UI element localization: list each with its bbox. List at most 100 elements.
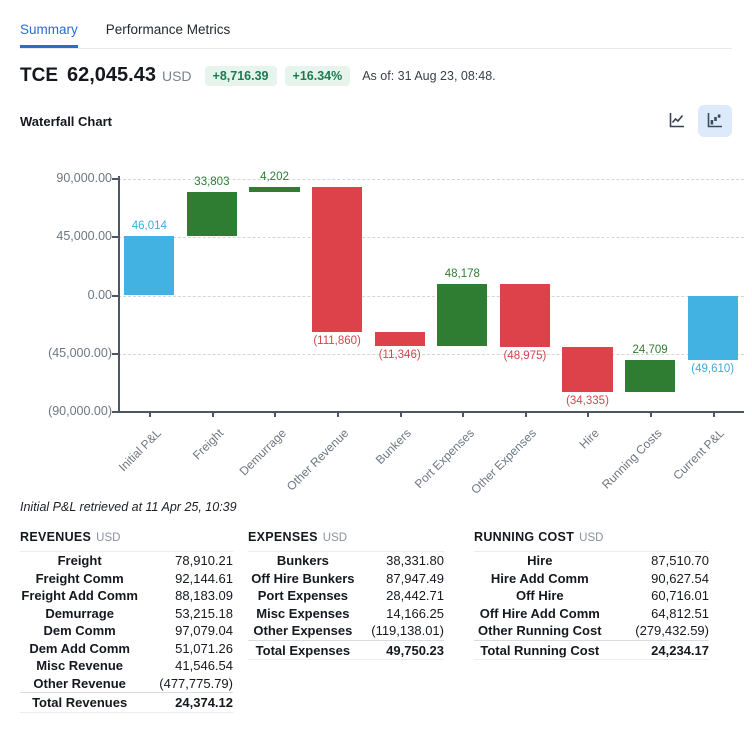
table-row: Other Revenue(477,775.79): [20, 675, 233, 693]
row-label: Freight: [20, 552, 139, 570]
waterfall-bar-group: 46,014Initial P&L: [118, 179, 181, 412]
row-label: Misc Revenue: [20, 657, 139, 675]
table-currency-label: USD: [579, 532, 603, 544]
waterfall-bar-group: 24,709Running Costs: [619, 179, 682, 412]
summary-tables: REVENUESUSDFreight78,910.21Freight Comm9…: [20, 530, 732, 713]
row-value: 87,947.49: [358, 570, 444, 588]
x-tick: [212, 412, 214, 417]
bar-port-expenses[interactable]: [437, 284, 487, 346]
row-value: 49,750.23: [358, 640, 444, 660]
row-value: 87,510.70: [606, 552, 709, 570]
tab-summary[interactable]: Summary: [20, 22, 78, 48]
table-running-cost: RUNNING COST USD Hire87,510.70Hire Add Com…: [474, 530, 709, 713]
table-header: RUNNING COST USD: [474, 530, 709, 552]
row-label: Port Expenses: [248, 587, 358, 605]
x-axis-category-label: Initial P&L: [115, 426, 163, 474]
row-value: 41,546.54: [139, 657, 233, 675]
x-axis-category-label: Current P&L: [670, 426, 727, 483]
row-label: Total Expenses: [248, 640, 358, 660]
row-value: 88,183.09: [139, 587, 233, 605]
row-value: 51,071.26: [139, 640, 233, 658]
table-row: Other Running Cost(279,432.59): [474, 622, 709, 640]
x-tick: [274, 412, 276, 417]
x-tick: [337, 412, 339, 417]
chart-type-toggles: [660, 105, 732, 137]
table-row: Hire Add Comm90,627.54: [474, 570, 709, 588]
bar-other-revenue[interactable]: [312, 187, 362, 332]
y-axis-tick-label: (90,000.00): [48, 404, 112, 418]
table-row: Dem Add Comm51,071.26: [20, 640, 233, 658]
row-label: Off Hire Add Comm: [474, 605, 606, 623]
row-label: Dem Add Comm: [20, 640, 139, 658]
table-total-row: Total Expenses49,750.23: [248, 640, 444, 660]
row-value: 90,627.54: [606, 570, 709, 588]
chart-title: Waterfall Chart: [20, 114, 112, 129]
x-tick: [587, 412, 589, 417]
waterfall-chart-toggle-button[interactable]: [698, 105, 732, 137]
row-label: Dem Comm: [20, 622, 139, 640]
row-value: 38,331.80: [358, 552, 444, 570]
bar-bunkers[interactable]: [375, 332, 425, 347]
line-chart-toggle-button[interactable]: [660, 105, 694, 137]
row-label: Hire: [474, 552, 606, 570]
table-row: Freight78,910.21: [20, 552, 233, 570]
row-label: Other Revenue: [20, 675, 139, 693]
table-row: Freight Comm92,144.61: [20, 570, 233, 588]
row-label: Misc Expenses: [248, 605, 358, 623]
bar-current-p-l[interactable]: [688, 296, 738, 360]
x-axis-category-label: Bunkers: [373, 426, 414, 467]
tce-label: TCE: [20, 65, 58, 87]
waterfall-chart-icon: [706, 111, 724, 132]
row-value: 28,442.71: [358, 587, 444, 605]
waterfall-bar-group: 4,202Demurrage: [243, 179, 306, 412]
row-label: Total Running Cost: [474, 640, 606, 660]
x-tick: [149, 412, 151, 417]
row-value: 24,234.17: [606, 640, 709, 660]
table-total-row: Total Revenues24,374.12: [20, 693, 233, 713]
row-value: 24,374.12: [139, 693, 233, 713]
y-axis-tick-label: 90,000.00: [56, 171, 112, 185]
tce-currency: USD: [162, 68, 192, 84]
bar-freight[interactable]: [187, 192, 237, 236]
row-label: Other Running Cost: [474, 622, 606, 640]
tce-dashboard-page: Summary Performance Metrics TCE 62,045.4…: [0, 0, 752, 736]
row-value: (119,138.01): [358, 622, 444, 640]
waterfall-bar-group: (34,335)Hire: [556, 179, 619, 412]
x-axis-category-label: Running Costs: [599, 426, 665, 492]
line-chart-icon: [668, 111, 686, 132]
y-axis-tick-label: 0.00: [88, 288, 112, 302]
x-tick: [525, 412, 527, 417]
waterfall-bar-group: (11,346)Bunkers: [368, 179, 431, 412]
table-currency-label: USD: [323, 532, 347, 544]
change-percent-badge: +16.34%: [285, 66, 351, 86]
bar-demurrage[interactable]: [249, 187, 299, 192]
change-absolute-badge: +8,716.39: [205, 66, 277, 86]
bar-other-expenses[interactable]: [500, 284, 550, 347]
table-row: Dem Comm97,079.04: [20, 622, 233, 640]
chart-section-header: Waterfall Chart: [20, 105, 732, 137]
table-total-row: Total Running Cost24,234.17: [474, 640, 709, 660]
row-value: 14,166.25: [358, 605, 444, 623]
table-row: Misc Expenses14,166.25: [248, 605, 444, 623]
x-tick: [462, 412, 464, 417]
tab-bar: Summary Performance Metrics: [20, 22, 732, 49]
bar-initial-p-l[interactable]: [124, 236, 174, 296]
waterfall-bar-group: 48,178Port Expenses: [431, 179, 494, 412]
table-title: RUNNING COST: [474, 530, 574, 544]
row-label: Other Expenses: [248, 622, 358, 640]
x-axis-category-label: Other Expenses: [468, 426, 539, 497]
table-row: Demurrage53,215.18: [20, 605, 233, 623]
chart-footnote: Initial P&L retrieved at 11 Apr 25, 10:3…: [20, 500, 732, 514]
table-row: Off Hire Bunkers87,947.49: [248, 570, 444, 588]
x-axis-category-label: Other Revenue: [284, 426, 351, 493]
row-value: 78,910.21: [139, 552, 233, 570]
tce-value: 62,045.43: [67, 64, 156, 87]
row-label: Freight Add Comm: [20, 587, 139, 605]
row-label: Hire Add Comm: [474, 570, 606, 588]
plot-area: 46,014Initial P&L33,803Freight4,202Demur…: [118, 179, 744, 412]
table-row: Misc Revenue41,546.54: [20, 657, 233, 675]
row-value: 60,716.01: [606, 587, 709, 605]
tab-performance-metrics[interactable]: Performance Metrics: [106, 22, 231, 48]
table-title: REVENUES: [20, 530, 91, 544]
row-label: Freight Comm: [20, 570, 139, 588]
